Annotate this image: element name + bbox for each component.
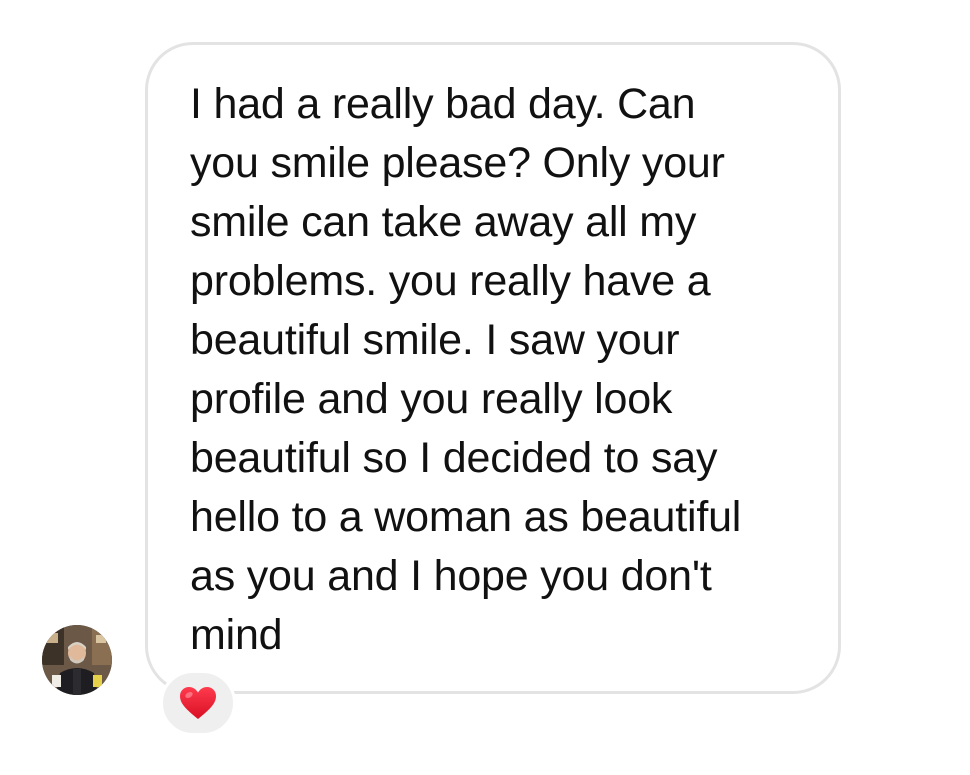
avatar-photo-icon [42, 625, 112, 695]
message-text: I had a really bad day. Can you smile pl… [190, 80, 742, 659]
heart-icon [180, 687, 216, 719]
reaction-badge[interactable] [160, 670, 236, 736]
sender-avatar[interactable] [42, 625, 112, 695]
message-bubble[interactable]: I had a really bad day. Can you smile pl… [145, 42, 841, 694]
chat-thread: I had a really bad day. Can you smile pl… [0, 0, 970, 775]
